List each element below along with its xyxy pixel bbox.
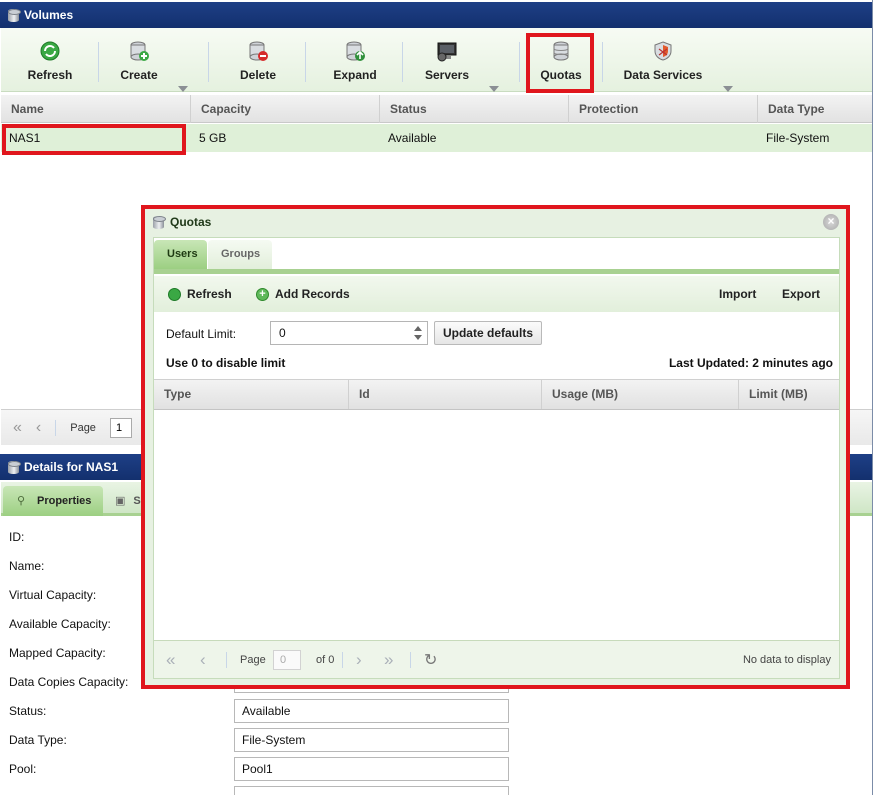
refresh-icon [168,287,181,301]
add-icon: + [256,287,269,301]
quotas-pager: « ‹ Page of 0 › » ↻ No data to display [154,640,839,678]
column-header-usage[interactable]: Usage (MB) [542,380,739,409]
column-header-status[interactable]: Status [380,95,569,123]
quotas-icon [550,40,572,62]
property-label: Virtual Capacity: [9,588,97,602]
page-number-input[interactable] [109,417,132,438]
volume-name-cell: NAS1 [9,131,41,145]
empty-grid-message: No data to display [742,653,831,666]
details-panel-title: Details for NAS1 [24,460,119,474]
quotas-dialog-title: Quotas [170,215,212,229]
property-label: Data Type: [9,733,67,747]
stepper-arrows-icon[interactable] [414,325,422,341]
create-dropdown-arrow[interactable] [178,86,188,92]
volumes-toolbar: Refresh Create Delete Expand Servers Quo… [1,28,872,92]
tab-properties[interactable]: ⚲ Properties [3,486,103,516]
volume-data-type-cell: File-System [766,131,830,145]
property-label: Name: [9,559,45,573]
column-header-name[interactable]: Name [1,95,191,123]
column-header-protection[interactable]: Protection [569,95,758,123]
property-label: Status: [9,704,47,718]
import-button[interactable]: Import [719,276,756,312]
column-header-id[interactable]: Id [349,380,542,409]
create-button[interactable]: Create [118,28,160,90]
servers-button[interactable]: Servers [423,28,471,90]
previous-page-icon[interactable]: ‹ [36,419,41,437]
quotas-dialog-title-bar: Quotas × [145,209,847,235]
camera-icon: ▣ [115,495,126,507]
delete-volume-icon [247,40,269,62]
page-label: Page [70,421,96,434]
tab-users[interactable]: Users [154,240,207,269]
property-label: Mapped Capacity: [9,646,106,660]
volume-protection-cell [569,124,758,152]
volume-capacity-cell: 5 GB [199,131,227,145]
quotas-toolbar: Refresh + Add Records Import Export [154,276,839,312]
default-limit-label: Default Limit: [166,327,237,341]
column-header-capacity[interactable]: Capacity [191,95,380,123]
data-services-dropdown-arrow[interactable] [723,86,733,92]
property-label: Data Copies Capacity: [9,675,129,689]
reload-icon[interactable]: ↻ [424,650,437,670]
column-header-type[interactable]: Type [154,380,349,409]
close-icon[interactable]: × [823,214,839,230]
page-label: Page [240,653,266,666]
pool-field: Pool1 [234,757,509,781]
column-header-limit[interactable]: Limit (MB) [739,380,839,409]
add-records-button[interactable]: + Add Records [256,276,350,312]
export-button[interactable]: Export [782,276,820,312]
tab-groups[interactable]: Groups [208,240,272,269]
next-page-icon[interactable]: › [356,650,362,670]
previous-page-icon[interactable]: ‹ [200,650,206,670]
tab-second[interactable]: ▣ S [115,486,141,516]
refresh-icon [39,40,61,62]
database-icon [8,8,21,22]
first-page-icon[interactable]: « [13,419,22,437]
database-icon [8,460,21,474]
page-number-input[interactable] [273,649,301,670]
last-updated-text: Last Updated: 2 minutes ago [668,356,833,370]
refresh-button[interactable]: Refresh [27,28,73,90]
next-field-partial [234,786,509,795]
volumes-panel-title: Volumes [24,8,74,22]
volumes-panel-header: Volumes [0,2,873,28]
data-services-button[interactable]: Data Services [621,28,705,90]
table-row[interactable]: NAS1 5 GB Available File-System [1,124,872,152]
quotas-tabs: Users Groups [154,238,839,274]
page-count-label: of 0 [316,653,335,666]
database-icon [153,215,166,229]
quotas-dialog: Quotas × Users Groups Refresh + Add Reco… [144,208,848,686]
disable-limit-hint: Use 0 to disable limit [166,356,286,370]
column-header-data-type[interactable]: Data Type [758,95,872,123]
magnifier-icon: ⚲ [17,495,26,507]
data-services-shield-icon [652,40,674,62]
volumes-grid-header: Name Capacity Status Protection Data Typ… [1,95,872,123]
quotas-dialog-body: Users Groups Refresh + Add Records Impor… [153,237,840,679]
update-defaults-button[interactable]: Update defaults [434,321,542,345]
quotas-button[interactable]: Quotas [539,28,583,90]
status-field: Available [234,699,509,723]
quotas-refresh-button[interactable]: Refresh [168,276,232,312]
expand-button[interactable]: Expand [332,28,378,90]
server-icon [436,40,458,62]
quotas-grid-header: Type Id Usage (MB) Limit (MB) [154,379,839,410]
first-page-icon[interactable]: « [166,650,175,670]
create-volume-icon [128,40,150,62]
delete-button[interactable]: Delete [237,28,279,90]
property-label: ID: [9,530,25,544]
expand-volume-icon [344,40,366,62]
data-type-field: File-System [234,728,509,752]
quotas-grid-body [154,410,839,640]
default-limit-stepper[interactable]: 0 [270,321,428,345]
last-page-icon[interactable]: » [384,650,393,670]
property-label: Available Capacity: [9,617,111,631]
volume-status-cell: Available [388,131,437,145]
servers-dropdown-arrow[interactable] [489,86,499,92]
property-label: Pool: [9,762,37,776]
